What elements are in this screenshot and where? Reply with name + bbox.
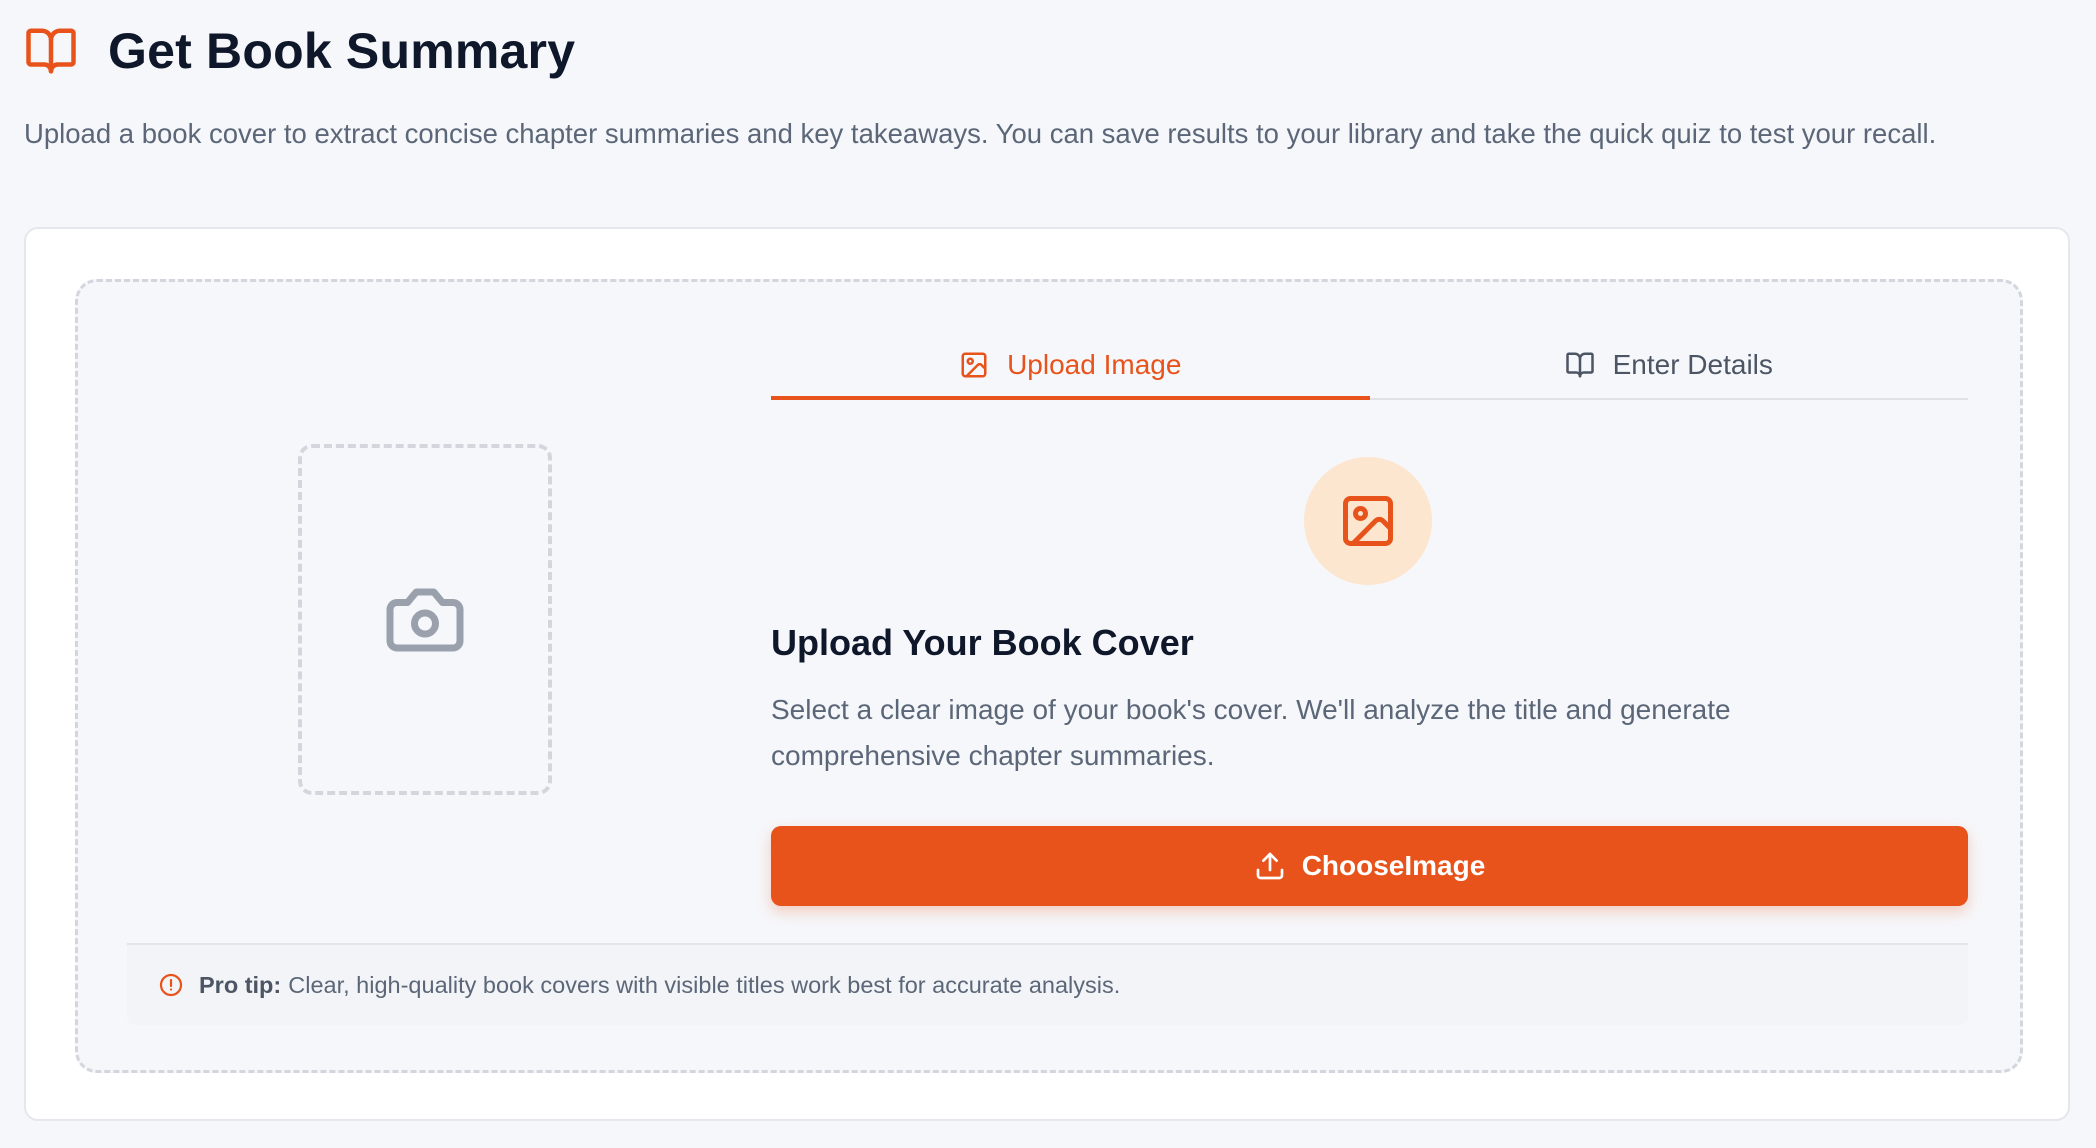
tab-label: Upload Image — [1007, 349, 1182, 380]
page-description: Upload a book cover to extract concise c… — [24, 118, 1937, 149]
upload-icon — [1254, 850, 1286, 882]
input-mode-tabs: Upload Image Enter Details — [771, 332, 1968, 400]
choose-image-label: ChooseImage — [1301, 850, 1486, 881]
image-icon — [959, 350, 989, 380]
tab-enter-details[interactable]: Enter Details — [1370, 332, 1969, 398]
upload-dropzone[interactable]: Upload Image Enter Details Upload Your B… — [75, 279, 2023, 1073]
pro-tip-text: Clear, high-quality book covers with vis… — [288, 971, 1121, 998]
upload-description: Select a clear image of your book's cove… — [771, 694, 1731, 771]
pro-tip-bar: Pro tip: Clear, high-quality book covers… — [127, 943, 1968, 1025]
page-header: Get Book Summary — [24, 20, 575, 82]
upload-illustration — [1304, 457, 1432, 585]
alert-circle-icon — [159, 973, 183, 997]
pro-tip-label: Pro tip: — [199, 971, 282, 998]
image-icon — [1338, 491, 1398, 551]
cover-preview-placeholder[interactable] — [298, 444, 552, 795]
tab-label: Enter Details — [1612, 349, 1773, 380]
upload-card: Upload Image Enter Details Upload Your B… — [24, 227, 2070, 1121]
book-open-icon — [1565, 350, 1595, 380]
camera-icon — [383, 578, 467, 662]
open-book-icon — [24, 24, 78, 78]
upload-heading: Upload Your Book Cover — [771, 622, 1194, 663]
tab-upload-image[interactable]: Upload Image — [771, 332, 1370, 400]
choose-image-button[interactable]: ChooseImage — [771, 826, 1968, 906]
page-title: Get Book Summary — [108, 23, 576, 79]
page: Get Book Summary Upload a book cover to … — [0, 0, 2096, 1148]
